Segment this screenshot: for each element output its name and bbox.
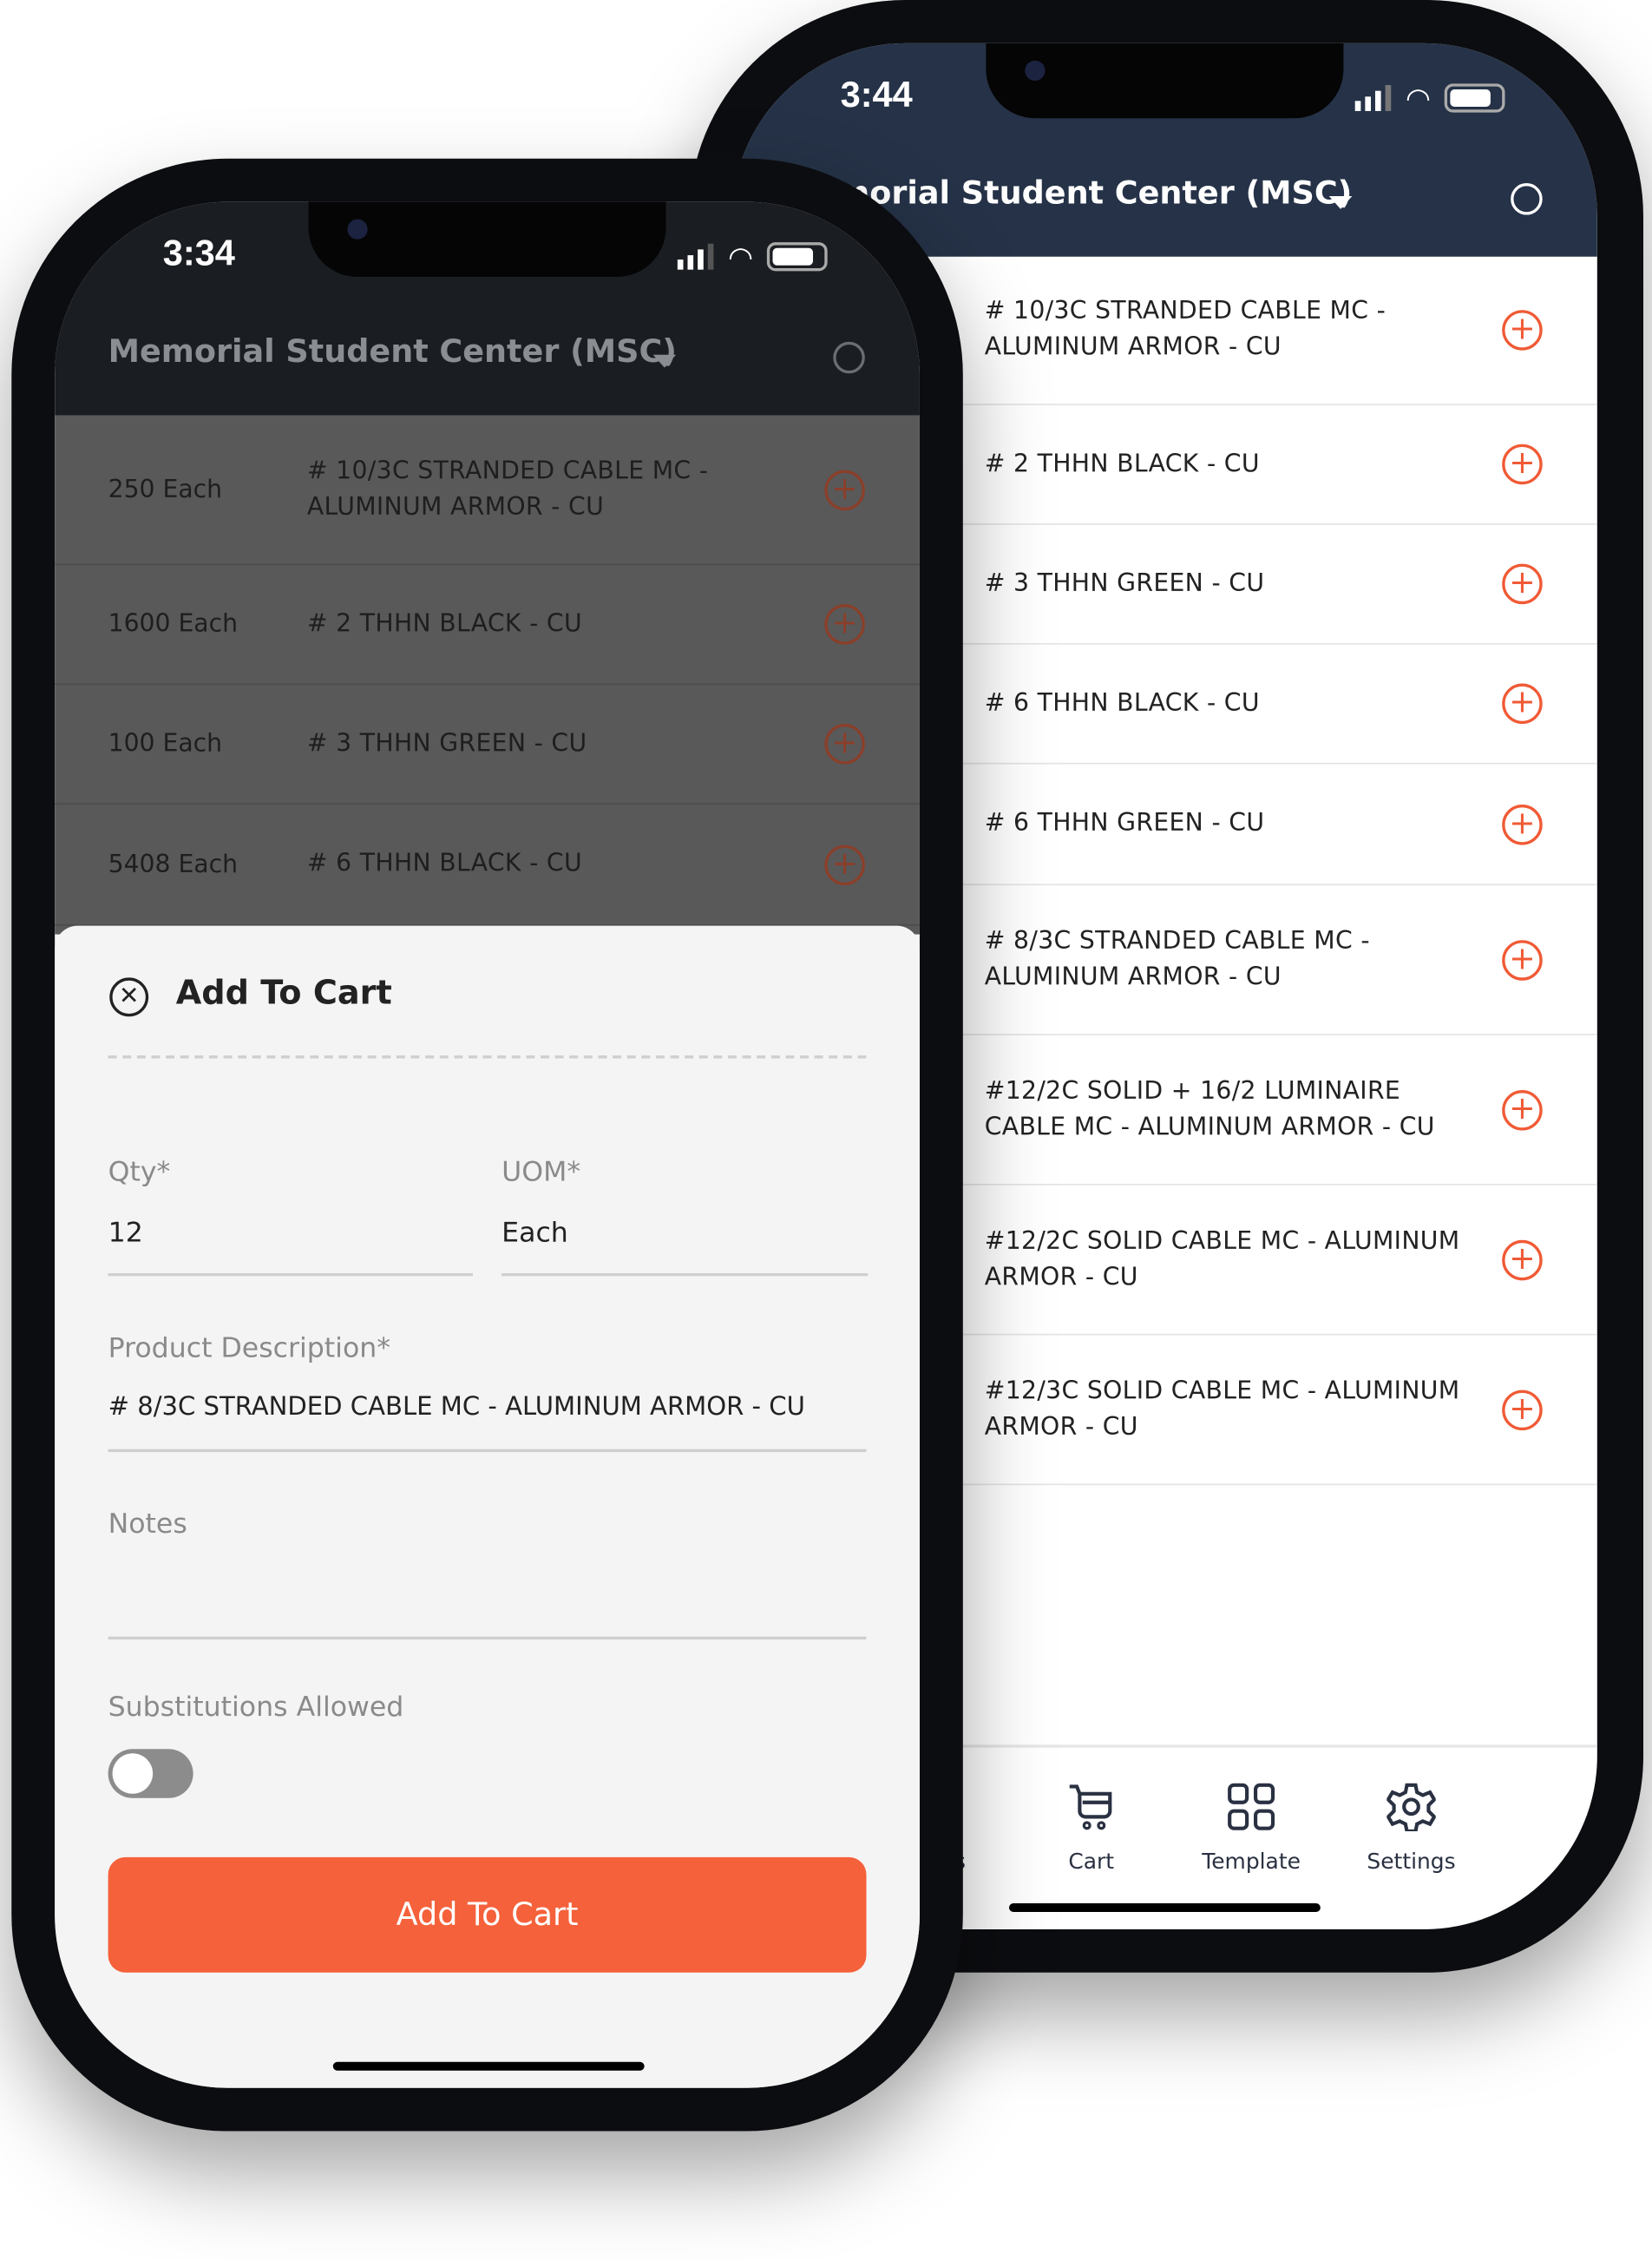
uom-label: UOM* <box>502 1156 581 1188</box>
add-to-cart-sheet: ✕ Add To Cart Qty* 12 UOM* Each Product … <box>55 925 920 2088</box>
stock-qty: 100 Each <box>108 729 223 759</box>
caret-down-icon[interactable] <box>652 354 677 368</box>
product-description: #12/2C SOLID + 16/2 LUMINAIRE CABLE MC -… <box>984 1076 1435 1141</box>
qty-input[interactable]: 12 <box>108 1217 473 1249</box>
front-phone: 3:34 ◠ Memorial Student Center (MSC) 250… <box>11 158 963 2132</box>
add-plus-icon[interactable]: + <box>1502 683 1543 725</box>
nav-template[interactable]: Template <box>1179 1782 1323 1875</box>
product-description: # 3 THHN GREEN - CU <box>984 568 1265 598</box>
add-plus-icon[interactable]: + <box>1502 1389 1543 1430</box>
grid-icon <box>1179 1782 1323 1836</box>
stock-qty: 250 Each <box>108 475 223 504</box>
status-icons: ◠ <box>677 239 829 274</box>
substitutions-label: Substitutions Allowed <box>108 1691 404 1724</box>
gear-icon <box>1339 1782 1483 1836</box>
uom-input[interactable]: Each <box>502 1217 868 1249</box>
nav-cart[interactable]: Cart <box>1019 1782 1164 1875</box>
search-icon[interactable] <box>1511 182 1543 215</box>
status-time: 3:34 <box>162 233 235 274</box>
product-description: # 2 THHN BLACK - CU <box>306 608 582 639</box>
search-icon[interactable] <box>833 341 865 374</box>
battery-icon <box>767 242 829 272</box>
status-icons: ◠ <box>1354 81 1506 115</box>
qty-label: Qty* <box>108 1156 171 1188</box>
dashed-divider <box>108 1055 867 1059</box>
product-description: #12/2C SOLID CABLE MC - ALUMINUM ARMOR -… <box>984 1226 1460 1291</box>
home-indicator <box>332 2061 645 2071</box>
camera <box>1025 60 1046 82</box>
product-description-input[interactable]: # 8/3C STRANDED CABLE MC - ALUMINUM ARMO… <box>108 1393 805 1422</box>
stock-list-item[interactable]: 100 Each # 3 THHN GREEN - CU + <box>55 685 920 805</box>
product-description: # 2 THHN BLACK - CU <box>984 449 1260 478</box>
camera <box>347 219 368 240</box>
product-description: # 6 THHN BLACK - CU <box>984 688 1260 718</box>
stock-list-item[interactable]: 1600 Each # 2 THHN BLACK - CU + <box>55 565 920 686</box>
add-plus-icon[interactable]: + <box>1502 804 1543 844</box>
add-plus-icon[interactable]: + <box>1502 443 1543 485</box>
product-description: # 10/3C STRANDED CABLE MC - ALUMINUM ARM… <box>984 297 1386 363</box>
home-indicator <box>1008 1903 1321 1913</box>
substitutions-toggle[interactable] <box>108 1749 193 1798</box>
add-plus-icon[interactable]: + <box>824 844 865 885</box>
add-plus-icon[interactable]: + <box>1502 1238 1543 1280</box>
nav-label: Cart <box>1068 1848 1115 1875</box>
cart-icon <box>1019 1782 1164 1836</box>
add-plus-icon[interactable]: + <box>1502 310 1543 351</box>
status-time: 3:44 <box>840 75 913 115</box>
add-plus-icon[interactable]: + <box>824 604 865 645</box>
wifi-icon: ◠ <box>728 239 754 274</box>
add-plus-icon[interactable]: + <box>824 469 865 510</box>
battery-icon <box>1445 83 1506 113</box>
wifi-icon: ◠ <box>1405 81 1431 115</box>
close-icon[interactable]: ✕ <box>109 977 149 1017</box>
add-plus-icon[interactable]: + <box>824 724 865 765</box>
product-description: # 8/3C STRANDED CABLE MC - ALUMINUM ARMO… <box>984 926 1370 992</box>
product-description-label: Product Description* <box>108 1332 391 1364</box>
sheet-title: Add To Cart <box>175 975 392 1013</box>
stock-qty: 1600 Each <box>108 609 239 640</box>
add-to-cart-button[interactable]: Add To Cart <box>108 1856 867 1973</box>
add-plus-icon[interactable]: + <box>1502 563 1543 605</box>
add-plus-icon[interactable]: + <box>1502 1089 1543 1130</box>
nav-label: Template <box>1202 1848 1301 1875</box>
front-screen: 3:34 ◠ Memorial Student Center (MSC) 250… <box>55 201 920 2088</box>
notes-label: Notes <box>108 1508 187 1541</box>
stock-list-item[interactable]: 250 Each # 10/3C STRANDED CABLE MC - ALUM… <box>55 415 920 566</box>
product-description: # 10/3C STRANDED CABLE MC - ALUMINUM ARM… <box>306 456 709 522</box>
signal-icon <box>677 243 714 270</box>
stock-list-item[interactable]: 5408 Each # 6 THHN BLACK - CU + <box>55 805 920 926</box>
notes-input[interactable] <box>108 1560 869 1633</box>
nav-label: Settings <box>1367 1848 1456 1875</box>
stock-qty: 5408 Each <box>108 850 239 879</box>
product-description: #12/3C SOLID CABLE MC - ALUMINUM ARMOR -… <box>984 1376 1460 1442</box>
product-description: # 3 THHN GREEN - CU <box>306 728 587 759</box>
product-description: # 6 THHN BLACK - CU <box>306 849 582 878</box>
product-description: # 6 THHN GREEN - CU <box>984 809 1265 838</box>
nav-settings[interactable]: Settings <box>1339 1782 1483 1875</box>
caret-down-icon[interactable] <box>1328 195 1353 209</box>
location-title[interactable]: Memorial Student Center (MSC) <box>108 334 677 371</box>
signal-icon <box>1354 85 1392 111</box>
add-plus-icon[interactable]: + <box>1502 939 1543 980</box>
